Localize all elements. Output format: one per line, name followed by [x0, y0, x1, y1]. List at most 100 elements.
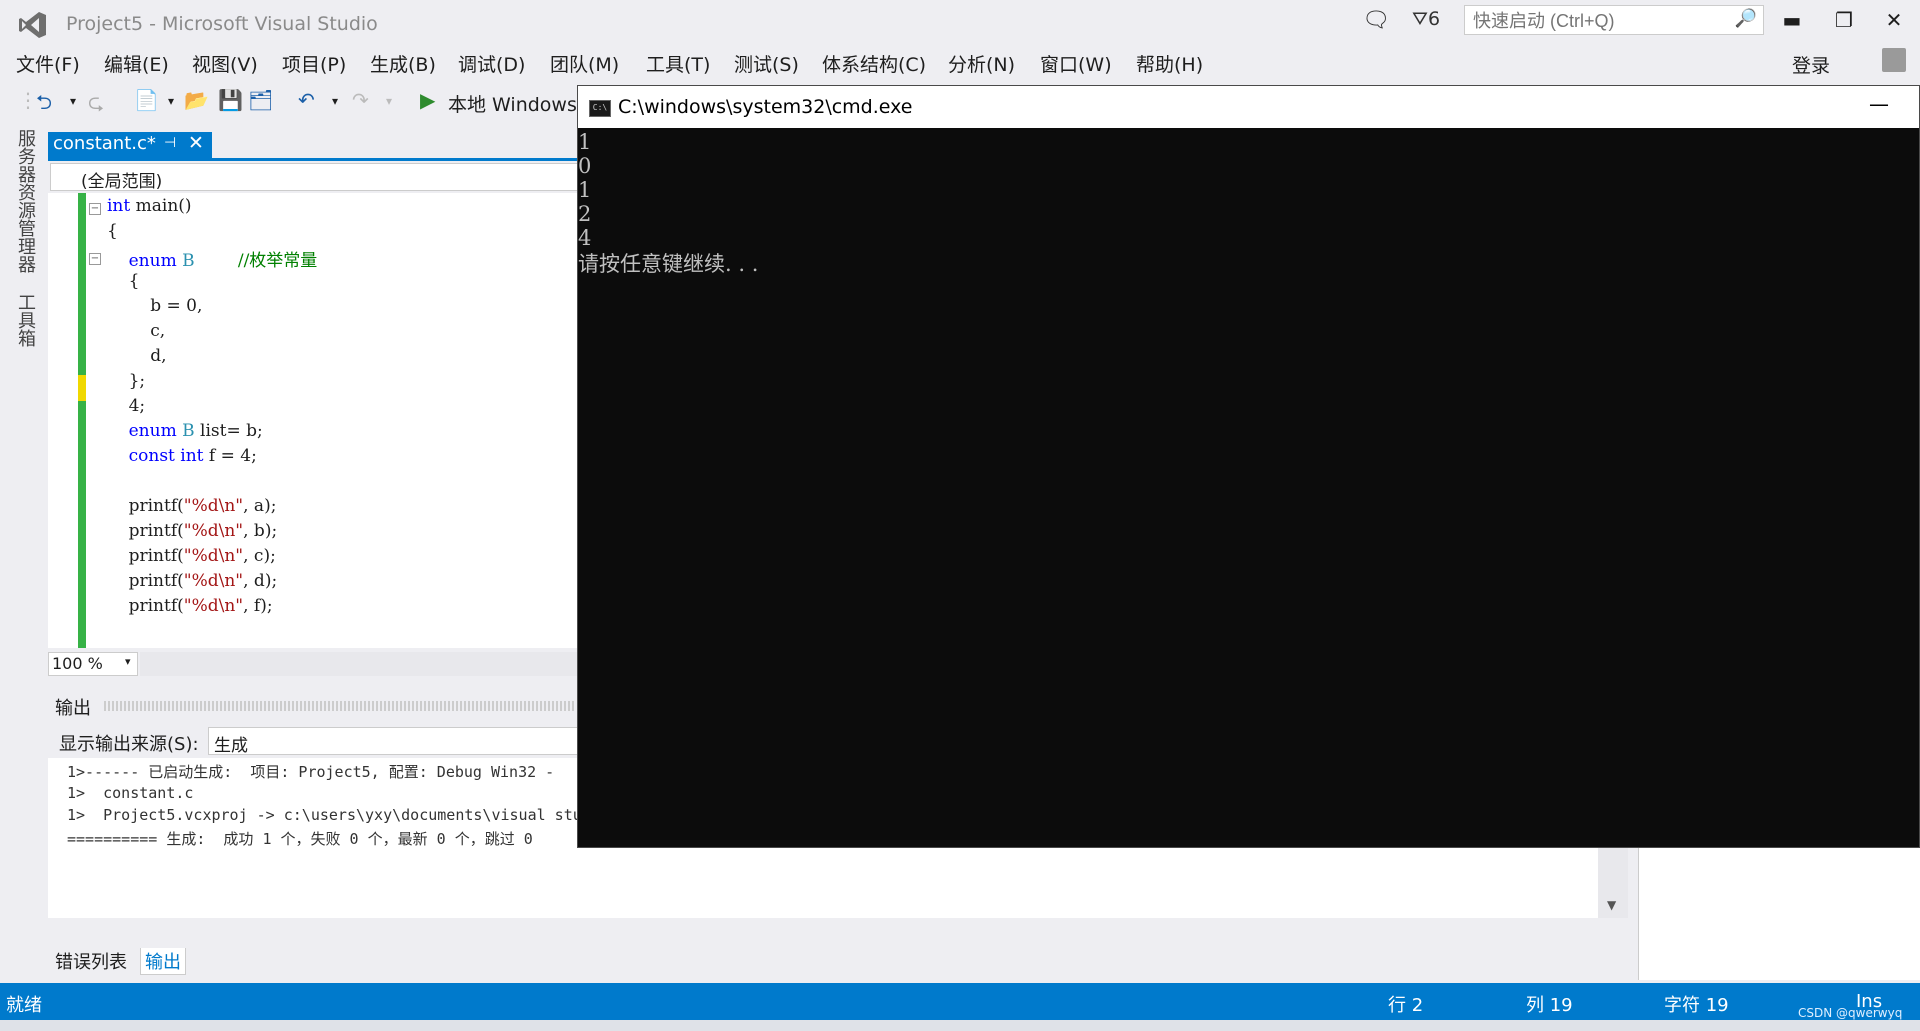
console-minimize-button[interactable]: — [1869, 92, 1889, 116]
taskbar [0, 1020, 1920, 1031]
console-line: 4 [578, 226, 592, 250]
zoom-level: 100 % [52, 654, 103, 673]
menu-debug[interactable]: 调试(D) [458, 50, 525, 77]
visual-studio-logo-icon [19, 12, 46, 38]
code-line: }; [107, 371, 146, 391]
code-line: 4; [107, 396, 146, 416]
toolbar-grip-icon: ⋮ [18, 88, 38, 112]
menu-help[interactable]: 帮助(H) [1136, 50, 1203, 77]
output-source-value: 生成 [214, 736, 248, 756]
output-panel-title: 输出 [55, 698, 91, 719]
status-line: 行 2 [1388, 995, 1424, 1016]
redo-icon[interactable]: ↷ [352, 88, 369, 112]
code-line: printf("%d\n", d); [107, 571, 278, 591]
filter-notifications[interactable]: ⛛6 [1412, 8, 1440, 30]
console-line: 0 [578, 154, 592, 178]
side-panel: 服务器资源管理器 工具箱 [0, 125, 38, 975]
save-icon[interactable]: 💾 [218, 88, 243, 112]
menu-build[interactable]: 生成(B) [370, 50, 436, 77]
undo-icon[interactable]: ↶ [298, 88, 315, 112]
panel-grip[interactable] [104, 701, 574, 711]
server-explorer-tab[interactable]: 服务器资源管理器 [12, 129, 38, 273]
navigate-forward-icon[interactable]: ⮎ [88, 88, 104, 122]
output-line: 1>------ 已启动生成: 项目: Project5, 配置: Debug … [67, 763, 555, 781]
tab-error-list[interactable]: 错误列表 [55, 948, 127, 974]
output-line: 1> Project5.vcxproj -> c:\users\yxy\docu… [67, 806, 582, 824]
console-title-bar[interactable]: C:\ C:\windows\system32\cmd.exe — [578, 86, 1919, 128]
code-line: printf("%d\n", a); [107, 496, 277, 516]
save-all-icon[interactable]: 🗂 [248, 88, 273, 112]
horizontal-scrollbar[interactable] [140, 652, 580, 676]
console-icon: C:\ [589, 100, 611, 117]
chevron-down-icon: ▾ [125, 655, 131, 668]
menu-project[interactable]: 项目(P) [282, 50, 346, 77]
bottom-tabs [48, 946, 1628, 976]
restore-button[interactable]: ❐ [1824, 6, 1864, 36]
menu-team[interactable]: 团队(M) [550, 50, 619, 77]
output-source-select[interactable]: 生成 [208, 727, 588, 756]
scope-label: (全局范围) [81, 172, 163, 192]
user-avatar-icon[interactable] [1882, 48, 1906, 72]
code-line: { [107, 271, 140, 291]
collapse-icon[interactable]: − [89, 203, 101, 215]
menu-window[interactable]: 窗口(W) [1040, 50, 1112, 77]
console-title: C:\windows\system32\cmd.exe [618, 96, 913, 118]
window-title: Project5 - Microsoft Visual Studio [66, 13, 378, 35]
change-tracking-unsaved [78, 375, 86, 401]
console-line: 请按任意键继续. . . [578, 252, 759, 276]
output-line: 1> constant.c [67, 784, 194, 802]
close-tab-icon[interactable]: ✕ [188, 132, 204, 154]
navigate-back-icon[interactable]: ⮌ [36, 88, 52, 122]
open-file-icon[interactable]: 📂 [184, 88, 209, 112]
console-window[interactable]: C:\ C:\windows\system32\cmd.exe — 1 0 1 … [577, 85, 1920, 848]
new-project-icon[interactable]: 📄 [134, 88, 159, 112]
scope-dropdown[interactable]: (全局范围) [50, 163, 580, 192]
output-source-label: 显示输出来源(S): [59, 734, 199, 755]
console-line: 1 [578, 178, 592, 202]
start-debugging-button[interactable]: 本地 Windows [448, 90, 577, 117]
menu-test[interactable]: 测试(S) [734, 50, 799, 77]
collapse-icon[interactable]: − [89, 253, 101, 265]
tab-output[interactable]: 输出 [140, 948, 186, 975]
code-line: printf("%d\n", b); [107, 521, 278, 541]
menu-bar: 文件(F) 编辑(E) 视图(V) 项目(P) 生成(B) 调试(D) 团队(M… [0, 46, 1920, 78]
code-line: c, [107, 321, 166, 341]
new-dropdown-icon[interactable]: ▾ [168, 94, 174, 108]
code-line: printf("%d\n", c); [107, 546, 276, 566]
signin-link[interactable]: 登录 [1792, 51, 1830, 78]
document-tab[interactable]: constant.c* ⊣ ✕ [48, 132, 212, 158]
notifications-icon[interactable]: 🗨 [1362, 8, 1390, 33]
close-button[interactable]: ✕ [1874, 6, 1914, 36]
minimize-button[interactable]: ▬ [1772, 6, 1812, 36]
quick-launch[interactable]: 🔎 [1464, 5, 1764, 35]
quick-launch-input[interactable] [1471, 7, 1725, 35]
code-line: enum B //枚举常量 [128, 251, 318, 271]
console-line: 2 [578, 202, 592, 226]
menu-analyze[interactable]: 分析(N) [948, 50, 1015, 77]
start-debugging-icon[interactable]: ▶ [420, 88, 435, 112]
undo-dropdown-icon[interactable]: ▾ [332, 94, 338, 108]
tab-underline [48, 158, 578, 161]
menu-edit[interactable]: 编辑(E) [104, 50, 169, 77]
status-char: 字符 19 [1664, 995, 1729, 1016]
menu-view[interactable]: 视图(V) [192, 50, 258, 77]
code-line: enum B list= b; [128, 421, 263, 441]
code-line: int main() [107, 196, 192, 216]
back-dropdown-icon[interactable]: ▾ [70, 94, 76, 108]
menu-architecture[interactable]: 体系结构(C) [822, 50, 926, 77]
redo-dropdown-icon[interactable]: ▾ [386, 94, 392, 108]
menu-file[interactable]: 文件(F) [16, 50, 80, 77]
code-line: d, [107, 346, 167, 366]
console-line: 1 [578, 130, 592, 154]
status-column: 列 19 [1526, 995, 1573, 1016]
toolbox-tab[interactable]: 工具箱 [12, 293, 38, 347]
watermark: CSDN @qwerwyq [1798, 1006, 1903, 1020]
pin-icon[interactable]: ⊣ [164, 135, 176, 151]
filter-count: 6 [1427, 8, 1441, 30]
search-icon[interactable]: 🔎 [1735, 8, 1757, 29]
code-line: printf("%d\n", f); [107, 596, 273, 616]
zoom-dropdown[interactable]: 100 % ▾ [48, 652, 138, 676]
scroll-down-icon[interactable]: ▼ [1607, 898, 1616, 912]
menu-tools[interactable]: 工具(T) [646, 50, 710, 77]
change-tracking-saved [78, 193, 86, 648]
